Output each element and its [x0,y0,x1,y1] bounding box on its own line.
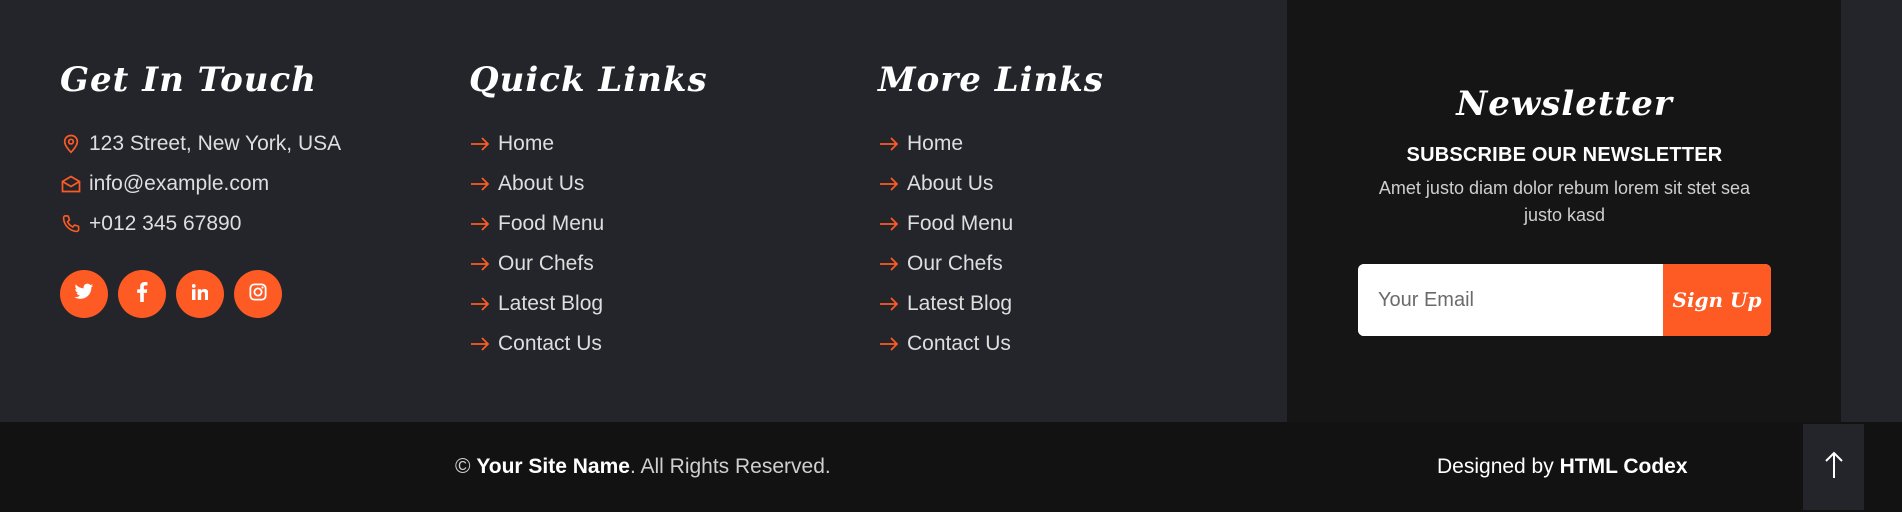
newsletter-title: Newsletter [1456,84,1673,124]
linkedin-button[interactable] [176,270,224,318]
map-pin-icon [60,133,82,155]
arrow-right-icon [469,173,491,195]
footer-bottom: © Your Site Name. All Rights Reserved. D… [0,422,1902,512]
address-line: 123 Street, New York, USA [60,124,341,164]
quick-link-label: Our Chefs [498,252,594,275]
email-line: info@example.com [60,164,341,204]
back-to-top-button[interactable] [1803,424,1864,510]
more-links-title: More Links [878,60,1104,100]
arrow-right-icon [469,333,491,355]
email-input[interactable] [1358,264,1663,336]
more-link-label: Food Menu [907,212,1014,235]
right-strip [1841,0,1902,422]
quick-link-label: Food Menu [498,212,605,235]
sign-up-button[interactable]: Sign Up [1663,264,1771,336]
more-link-contact[interactable]: Contact Us [878,324,1104,364]
arrow-right-icon [878,333,900,355]
phone-line: +012 345 67890 [60,204,341,244]
designed-by: Designed by HTML Codex [1437,422,1688,512]
twitter-button[interactable] [60,270,108,318]
newsletter-text: Amet justo diam dolor rebum lorem sit st… [1378,178,1751,225]
more-link-home[interactable]: Home [878,124,1104,164]
more-link-label: About Us [907,172,994,195]
quick-link-chefs[interactable]: Our Chefs [469,244,708,284]
quick-link-food-menu[interactable]: Food Menu [469,204,708,244]
quick-link-label: Contact Us [498,332,602,355]
arrow-right-icon [878,133,900,155]
quick-link-about[interactable]: About Us [469,164,708,204]
arrow-right-icon [878,253,900,275]
instagram-button[interactable] [234,270,282,318]
phone-icon [60,213,82,235]
contact-column: Get In Touch 123 Street, New York, USA i… [60,58,341,318]
more-link-label: Home [907,132,964,155]
twitter-icon [74,283,94,306]
phone-text: +012 345 67890 [89,212,242,235]
more-link-label: Contact Us [907,332,1011,355]
more-links-column: More Links Home About Us Food Menu Our C… [878,58,1104,364]
quick-link-label: About Us [498,172,585,195]
designer-link[interactable]: HTML Codex [1560,455,1688,478]
envelope-icon [60,173,82,195]
arrow-right-icon [469,253,491,275]
quick-link-label: Home [498,132,555,155]
quick-link-blog[interactable]: Latest Blog [469,284,708,324]
copyright: © Your Site Name. All Rights Reserved. [455,422,831,512]
more-link-chefs[interactable]: Our Chefs [878,244,1104,284]
copyright-prefix: © [455,455,477,478]
copyright-suffix: . All Rights Reserved. [629,455,831,478]
newsletter-section: Newsletter SUBSCRIBE OUR NEWSLETTER Amet… [1358,82,1771,229]
arrow-up-icon [1824,451,1844,484]
quick-links-column: Quick Links Home About Us Food Menu Our … [469,58,708,364]
quick-links-title: Quick Links [469,60,708,100]
quick-link-home[interactable]: Home [469,124,708,164]
social-links [60,270,341,318]
quick-link-label: Latest Blog [498,292,604,315]
more-link-label: Latest Blog [907,292,1013,315]
facebook-button[interactable] [118,270,166,318]
quick-link-contact[interactable]: Contact Us [469,324,708,364]
more-link-food-menu[interactable]: Food Menu [878,204,1104,244]
contact-title: Get In Touch [60,60,317,100]
more-link-label: Our Chefs [907,252,1003,275]
arrow-right-icon [878,213,900,235]
newsletter-subtitle: SUBSCRIBE OUR NEWSLETTER [1406,144,1723,166]
arrow-right-icon [469,213,491,235]
designed-prefix: Designed by [1437,455,1560,478]
email-text: info@example.com [89,172,270,195]
address-text: 123 Street, New York, USA [89,132,342,155]
newsletter-form: Sign Up [1358,264,1771,336]
arrow-right-icon [878,293,900,315]
site-name-link[interactable]: Your Site Name [476,455,630,478]
arrow-right-icon [878,173,900,195]
facebook-icon [136,281,148,307]
arrow-right-icon [469,293,491,315]
linkedin-icon [191,283,209,305]
arrow-right-icon [469,133,491,155]
more-link-about[interactable]: About Us [878,164,1104,204]
more-link-blog[interactable]: Latest Blog [878,284,1104,324]
instagram-icon [249,282,267,306]
